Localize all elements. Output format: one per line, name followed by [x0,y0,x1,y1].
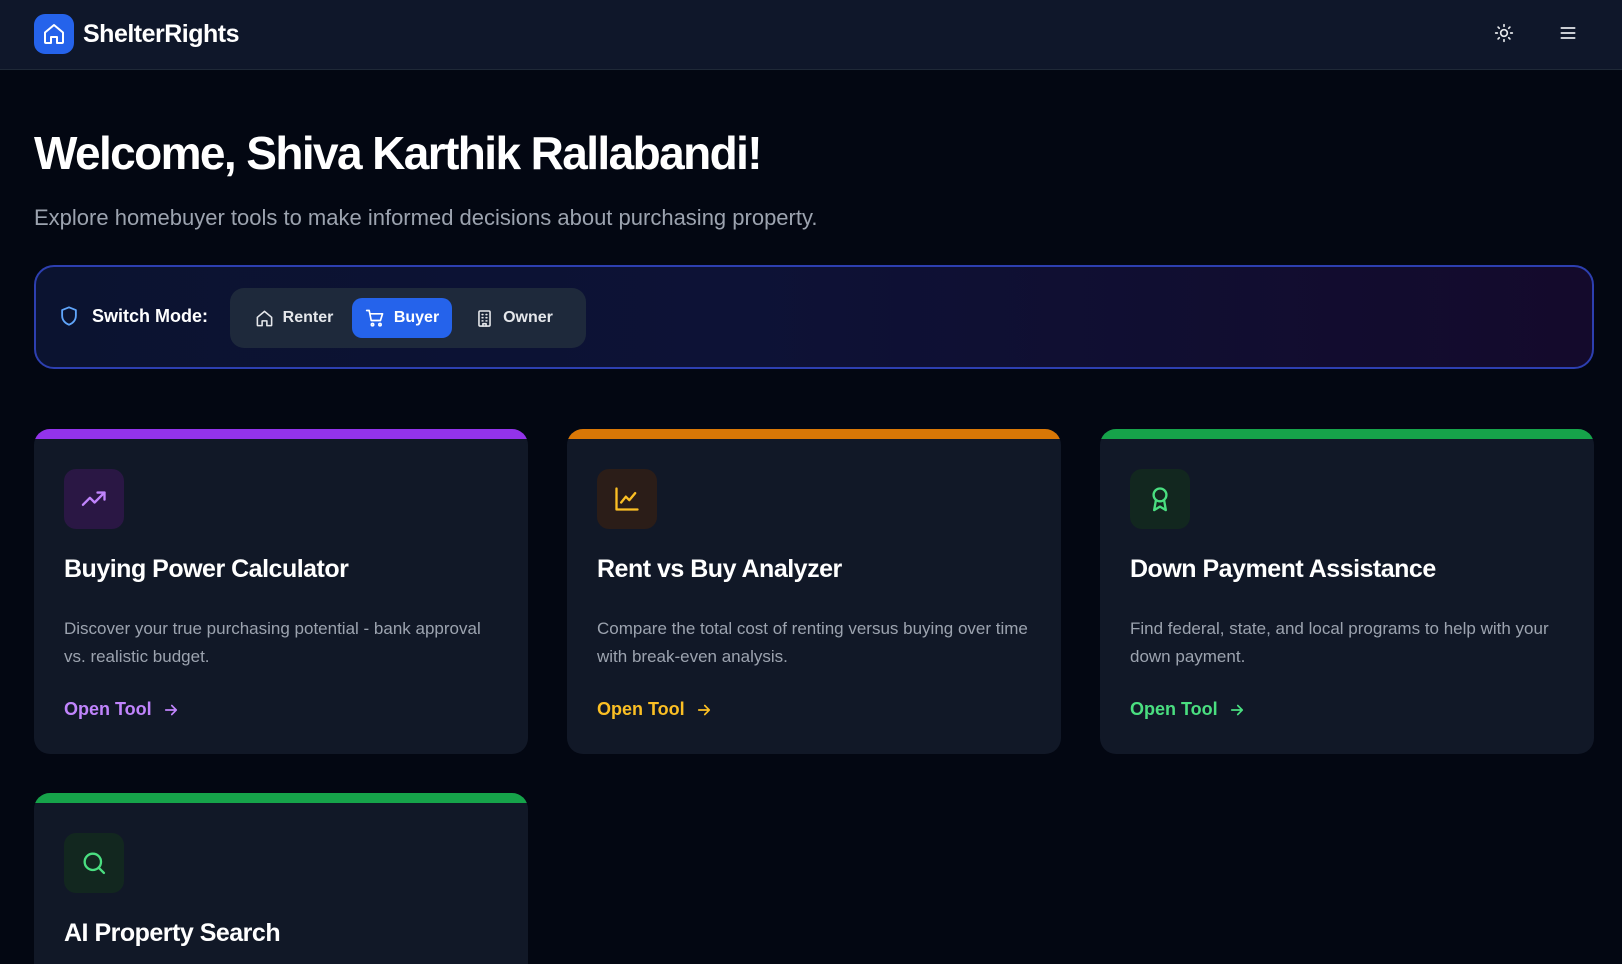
line-chart-icon [597,469,657,529]
tool-card-description: Discover your true purchasing potential … [64,619,481,666]
brand-home-link[interactable]: ShelterRights [34,14,240,54]
arrow-right-icon [697,704,710,715]
tool-card-ai-property-search[interactable]: AI Property Search [34,793,528,964]
mode-renter-label: Renter [282,309,334,326]
mode-segmented-control: Renter Buyer Owner [230,288,586,348]
building-icon [478,309,491,327]
house-icon [34,14,74,54]
top-navigation-bar: ShelterRights [0,0,1622,70]
page-title: Welcome, Shiva Karthik Rallabandi! [34,127,763,179]
tool-card-title: Rent vs Buy Analyzer [597,555,842,583]
tool-card-rent-vs-buy[interactable]: Rent vs Buy Analyzer Compare the total c… [567,429,1061,754]
open-tool-link[interactable]: Open Tool [1130,699,1246,720]
arrow-right-icon [164,704,177,715]
open-tool-label: Open Tool [1130,699,1218,719]
shopping-cart-icon [365,309,384,327]
shield-icon [58,305,80,327]
open-tool-label: Open Tool [597,699,685,719]
mode-owner-label: Owner [503,309,553,326]
tool-card-down-payment[interactable]: Down Payment Assistance Find federal, st… [1100,429,1594,754]
search-icon [64,833,124,893]
card-accent-bar [34,429,528,439]
award-ribbon-icon [1130,469,1190,529]
mode-renter-button[interactable]: Renter [242,298,346,338]
tool-card-buying-power[interactable]: Buying Power Calculator Discover your tr… [34,429,528,754]
tool-card-description: Compare the total cost of renting versus… [597,619,1028,666]
card-accent-bar [1100,429,1594,439]
theme-toggle-button[interactable] [1487,18,1521,52]
hamburger-menu-icon [1558,23,1578,48]
mode-owner-button[interactable]: Owner [460,298,568,338]
house-icon [256,310,273,326]
trending-up-icon [64,469,124,529]
tool-card-title: AI Property Search [64,919,281,947]
page-subtitle: Explore homebuyer tools to make informed… [34,205,818,230]
card-accent-bar [34,793,528,803]
mode-switch-label-text: Switch Mode: [92,305,208,326]
open-tool-link[interactable]: Open Tool [64,699,180,720]
app-name: ShelterRights [83,19,240,48]
tool-card-title: Buying Power Calculator [64,555,349,583]
mode-buyer-label: Buyer [393,309,440,326]
arrow-right-icon [1230,704,1243,715]
mode-buyer-button[interactable]: Buyer [352,298,452,338]
sun-icon [1494,23,1514,48]
tool-card-title: Down Payment Assistance [1130,555,1436,583]
tool-card-description: Find federal, state, and local programs … [1130,619,1549,666]
mode-switch-panel: Switch Mode: Renter Buyer Owner [34,265,1594,369]
open-tool-link[interactable]: Open Tool [597,699,713,720]
mode-switch-label: Switch Mode: [58,305,208,327]
open-tool-label: Open Tool [64,699,152,719]
menu-button[interactable] [1551,18,1585,52]
card-accent-bar [567,429,1061,439]
